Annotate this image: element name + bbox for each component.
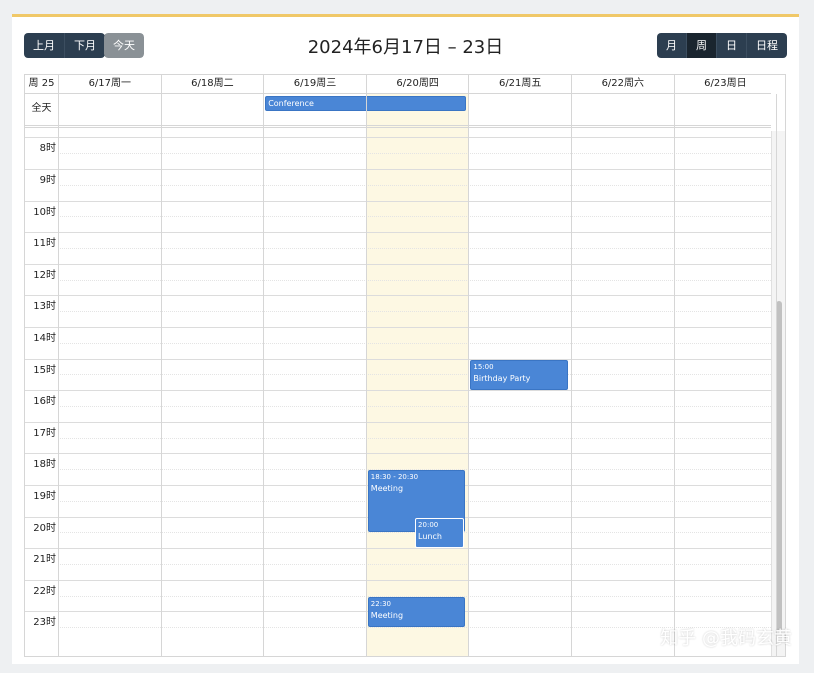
hour-label: 20时 (33, 522, 56, 534)
hour-label: 18时 (33, 459, 56, 471)
half-hour-line (58, 153, 771, 155)
hour-line (25, 326, 771, 328)
hour-label: 10时 (33, 206, 56, 218)
hour-label: 17时 (33, 427, 56, 439)
hour-label: 23时 (33, 617, 56, 629)
event-title: Lunch (418, 531, 442, 541)
half-hour-line (58, 342, 771, 344)
week-calendar: 周 25 6/17周一 6/18周二 6/19周三 6/20周四 6/21周五 6/22周… (24, 74, 786, 657)
view-button-3[interactable]: 日程 (746, 33, 787, 58)
hour-line (25, 548, 771, 550)
view-button-2[interactable]: 日 (716, 33, 746, 58)
hour-label: 15时 (33, 364, 56, 376)
hour-line (25, 579, 771, 581)
half-hour-line (58, 216, 771, 218)
hour-line (25, 421, 771, 423)
column-divider (776, 94, 778, 656)
hour-label: 21时 (33, 554, 56, 566)
column-divider (468, 94, 470, 656)
column-divider (673, 94, 675, 656)
week-number: 周 25 (28, 78, 55, 89)
day-header[interactable]: 6/19周三 (263, 75, 366, 93)
hour-line (25, 137, 771, 139)
column-divider (571, 94, 572, 656)
hour-label: 22时 (33, 585, 56, 597)
calendar-panel: 上月 下月 今天 2024年6月17日 – 23日 月周日日程 周 25 6/1… (12, 14, 799, 664)
event-time: 15:00 (473, 362, 494, 371)
allday-row: 全天 Conference (25, 94, 771, 128)
hour-line (25, 168, 771, 170)
view-switcher: 月周日日程 (657, 33, 787, 58)
hour-label: 14时 (33, 332, 56, 344)
hour-label: 16时 (33, 396, 56, 408)
time-grid[interactable]: 8时 9时 10时 11时 12时 13时 14时 15时 16时 17时 18时 19时 20时 21时… (25, 131, 771, 656)
event-time: 20:00 (418, 520, 439, 529)
event-time: 18:30 - 20:30 (370, 473, 419, 482)
day-header[interactable]: 6/18周二 (160, 75, 264, 93)
half-hour-line (58, 563, 771, 565)
day-header[interactable]: 6/23周日 (673, 75, 777, 93)
day-header[interactable]: 6/17周一 (58, 75, 161, 93)
column-divider (160, 94, 162, 656)
hour-label: 19时 (33, 490, 56, 502)
hour-line (25, 453, 771, 455)
hour-label: 11时 (33, 238, 56, 250)
calendar-event[interactable]: 15:00 Birthday Party (470, 359, 568, 391)
half-hour-line (58, 311, 771, 313)
day-header-row: 周 25 6/17周一 6/18周二 6/19周三 6/20周四 6/21周五 6/22周… (25, 75, 771, 94)
half-hour-line (58, 247, 771, 249)
half-hour-line (58, 405, 771, 407)
half-hour-line (58, 279, 771, 281)
column-divider (263, 94, 265, 656)
event-time: 22:30 (370, 599, 391, 608)
hour-line (25, 232, 771, 234)
half-hour-line (58, 437, 771, 439)
calendar-event[interactable]: 20:00 Lunch (415, 517, 465, 549)
allday-label: 全天 (31, 103, 52, 114)
column-divider (365, 94, 367, 656)
toolbar: 上月 下月 今天 2024年6月17日 – 23日 月周日日程 (12, 17, 799, 77)
watermark: 知乎 @我码玄黄 (660, 628, 792, 649)
half-hour-line (58, 374, 771, 376)
column-divider (58, 94, 59, 656)
hour-label: 9时 (39, 174, 56, 186)
hour-line (25, 390, 771, 392)
hour-label: 13时 (33, 301, 56, 313)
hour-label: 12时 (33, 269, 56, 281)
event-title: Meeting (370, 484, 404, 494)
calendar-event[interactable]: 22:30 Meeting (367, 596, 466, 628)
hour-line (25, 295, 771, 297)
day-header[interactable]: 6/21周五 (468, 75, 571, 93)
event-title: Meeting (370, 610, 404, 620)
half-hour-line (58, 184, 771, 186)
hour-line (25, 200, 771, 202)
scrollbar[interactable] (771, 131, 785, 656)
event-title: Birthday Party (473, 373, 531, 383)
hour-line (25, 358, 771, 360)
hour-label: 8时 (39, 143, 56, 155)
hour-line (25, 263, 771, 265)
day-header[interactable]: 6/22周六 (571, 75, 674, 93)
day-header[interactable]: 6/20周四 (365, 75, 469, 93)
view-button-0[interactable]: 月 (657, 33, 686, 58)
view-button-1[interactable]: 周 (686, 33, 716, 58)
